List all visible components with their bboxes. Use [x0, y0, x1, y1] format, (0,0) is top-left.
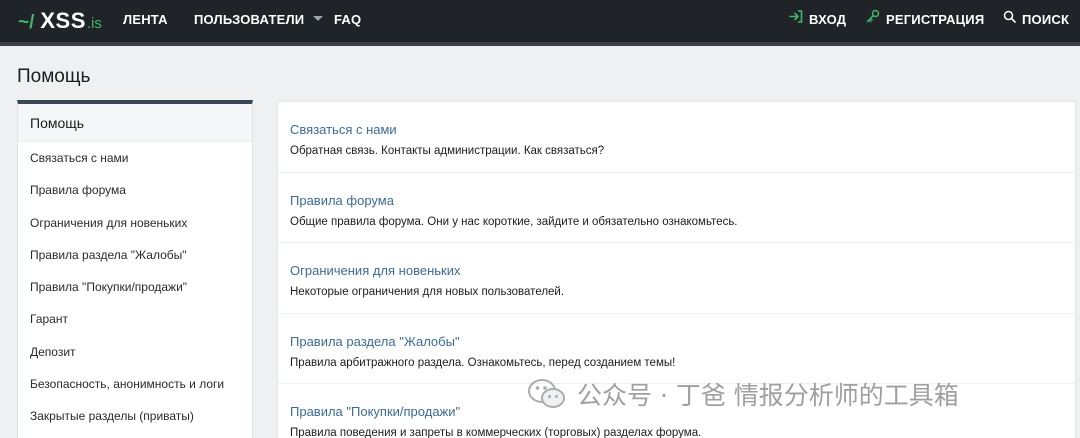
sidebar-item-forum-rules[interactable]: Правила форума	[18, 174, 252, 206]
nav-feed-label: ЛЕНТА	[123, 12, 168, 27]
logo-tilde: ~/	[18, 12, 35, 33]
search-icon	[1003, 0, 1016, 39]
nav-users[interactable]: ПОЛЬЗОВАТЕЛИ	[194, 0, 324, 40]
login-button[interactable]: ВХОД	[789, 0, 846, 40]
sidebar-item-private-sections[interactable]: Закрытые разделы (приваты)	[18, 400, 252, 432]
entry-description: Правила арбитражного раздела. Ознакомьте…	[290, 356, 676, 369]
sidebar-item-deposit[interactable]: Депозит	[18, 336, 252, 368]
sidebar-item-trade-rules[interactable]: Правила "Покупки/продажи"	[18, 271, 252, 303]
list-item: Ограничения для новеньких Некоторые огра…	[278, 243, 1075, 314]
list-item: Правила форума Общие правила форума. Они…	[278, 173, 1075, 243]
register-label: РЕГИСТРАЦИЯ	[886, 12, 985, 27]
entry-title-link[interactable]: Ограничения для новеньких	[290, 263, 460, 278]
sidebar-item-newbie-limits[interactable]: Ограничения для новеньких	[18, 207, 252, 239]
nav-users-label: ПОЛЬЗОВАТЕЛИ	[194, 12, 305, 27]
nav-feed[interactable]: ЛЕНТА	[123, 0, 168, 40]
sidebar-heading: Помощь	[18, 104, 252, 142]
wechat-icon	[528, 379, 565, 408]
nav-faq[interactable]: FAQ	[334, 0, 361, 40]
help-sidebar: Помощь Связаться с нами Правила форума О…	[17, 100, 253, 438]
key-icon	[866, 0, 880, 39]
search-label: ПОИСК	[1022, 12, 1070, 27]
entry-description: Обратная связь. Контакты администрации. …	[290, 145, 605, 157]
entry-title-link[interactable]: Правила "Покупки/продажи"	[290, 404, 460, 419]
sidebar-item-complaints-rules[interactable]: Правила раздела "Жалобы"	[18, 239, 252, 271]
logo-name: XSS	[40, 8, 86, 33]
sidebar-item-guarantor[interactable]: Гарант	[18, 303, 252, 335]
entry-description: Правила поведения и запреты в коммерческ…	[290, 427, 702, 438]
wechat-watermark: 公众号 · 丁爸 情报分析师的工具箱	[527, 374, 959, 414]
search-button[interactable]: ПОИСК	[1003, 0, 1069, 40]
list-item: Связаться с нами Обратная связь. Контакт…	[278, 102, 1075, 173]
entry-title-link[interactable]: Правила раздела "Жалобы"	[290, 334, 460, 349]
watermark-text: 公众号 · 丁爸 情报分析师的工具箱	[577, 381, 959, 410]
site-logo[interactable]: ~/ XSS .is	[18, 8, 102, 34]
logo-tld: .is	[86, 15, 102, 32]
entry-description: Общие правила форума. Они у нас короткие…	[290, 215, 738, 228]
register-button[interactable]: РЕГИСТРАЦИЯ	[866, 0, 984, 40]
chevron-down-icon	[313, 16, 324, 22]
page-title: Помощь	[17, 66, 91, 87]
nav-faq-label: FAQ	[334, 12, 362, 27]
sidebar-item-security[interactable]: Безопасность, анонимность и логи	[18, 368, 252, 400]
sign-in-icon	[789, 0, 803, 39]
login-label: ВХОД	[809, 12, 847, 27]
entry-description: Некоторые ограничения для новых пользова…	[290, 286, 565, 298]
top-navigation-bar: ~/ XSS .is ЛЕНТА ПОЛЬЗОВАТЕЛИ FAQ ВХОД Р…	[0, 0, 1080, 46]
sidebar-item-contact[interactable]: Связаться с нами	[18, 142, 252, 174]
entry-title-link[interactable]: Связаться с нами	[290, 122, 397, 137]
entry-title-link[interactable]: Правила форума	[290, 193, 394, 208]
